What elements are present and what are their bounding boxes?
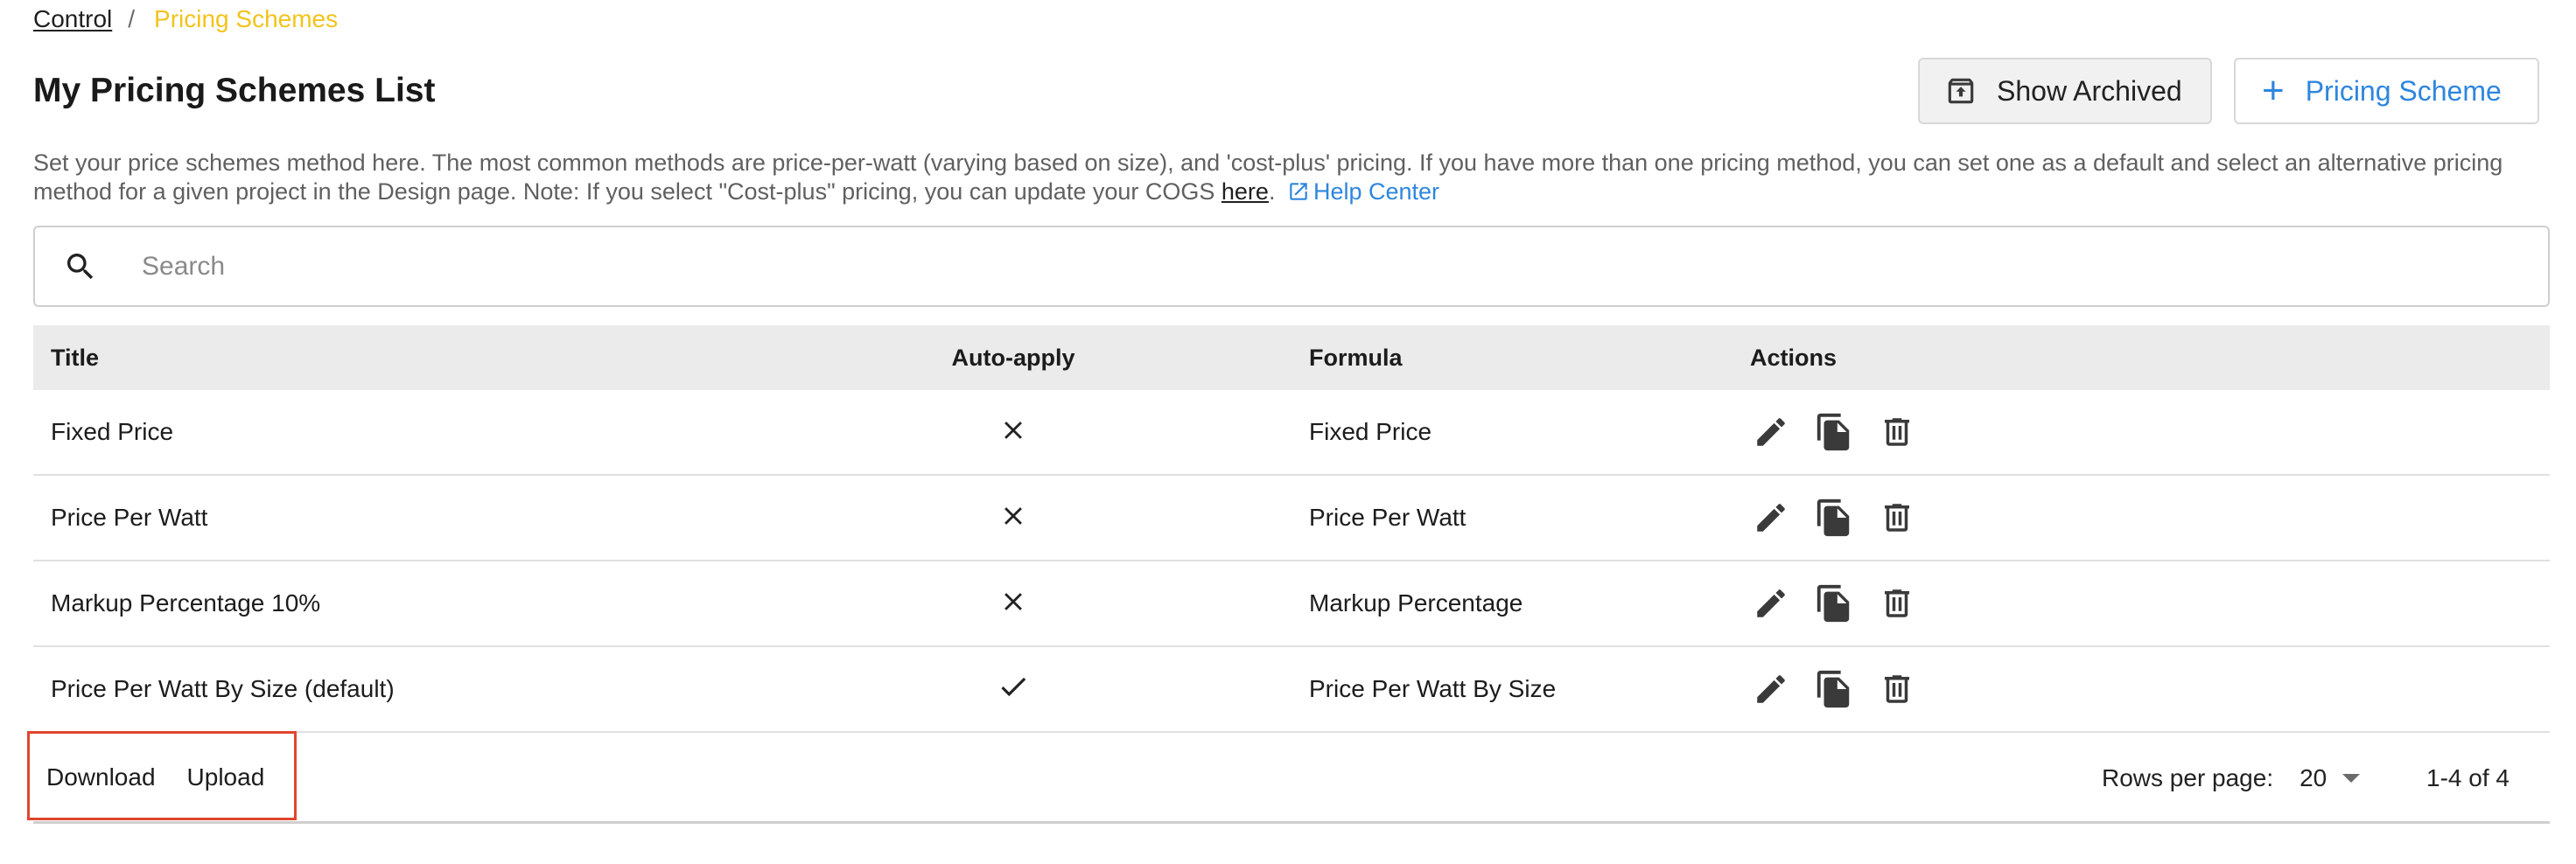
- duplicate-button[interactable]: [1813, 497, 1855, 539]
- help-center-label: Help Center: [1312, 178, 1440, 205]
- rows-per-page-select[interactable]: 20: [2300, 764, 2361, 792]
- add-pricing-scheme-button[interactable]: + Pricing Scheme: [2234, 58, 2539, 124]
- delete-button[interactable]: [1876, 582, 1918, 624]
- cell-formula: Price Per Watt: [1309, 504, 1466, 531]
- pricing-schemes-table: Title Auto-apply Formula Actions Fixed P…: [27, 325, 2550, 824]
- copy-icon: [1814, 669, 1854, 709]
- plus-icon: +: [2262, 69, 2285, 112]
- cell-title: Fixed Price: [51, 418, 174, 445]
- page-description: Set your price schemes method here. The …: [33, 149, 2553, 206]
- edit-button[interactable]: [1750, 411, 1792, 453]
- cell-actions: [1748, 497, 2550, 539]
- show-archived-button[interactable]: Show Archived: [1918, 58, 2212, 124]
- pencil-icon: [1753, 585, 1789, 622]
- edit-button[interactable]: [1750, 668, 1792, 710]
- table-row: Price Per Watt By Size (default) Price Pe…: [33, 647, 2550, 733]
- search-bar: [33, 226, 2550, 307]
- table-footer: Download Upload Rows per page: 20 1-4 of…: [27, 731, 2550, 824]
- add-pricing-scheme-label: Pricing Scheme: [2305, 74, 2502, 107]
- duplicate-button[interactable]: [1813, 668, 1855, 710]
- trash-icon: [1879, 671, 1915, 707]
- cell-auto-apply: [908, 413, 1118, 451]
- cell-title: Price Per Watt: [51, 504, 208, 531]
- cell-formula: Price Per Watt By Size: [1309, 675, 1557, 702]
- cell-auto-apply: [908, 584, 1118, 623]
- pencil-icon: [1753, 499, 1789, 536]
- cell-formula: Markup Percentage: [1309, 589, 1523, 617]
- table-row: Markup Percentage 10% Markup Percentage: [33, 561, 2550, 647]
- breadcrumb: Control / Pricing Schemes: [33, 3, 338, 35]
- description-punct: .: [1268, 178, 1276, 205]
- copy-icon: [1814, 583, 1854, 624]
- breadcrumb-current: Pricing Schemes: [154, 5, 339, 32]
- pagination-range: 1-4 of 4: [2426, 764, 2510, 791]
- edit-button[interactable]: [1750, 497, 1792, 539]
- external-link-icon: [1290, 183, 1307, 200]
- close-icon: [996, 498, 1031, 533]
- caret-down-icon: [2342, 774, 2361, 783]
- breadcrumb-separator: /: [128, 5, 136, 32]
- duplicate-button[interactable]: [1813, 411, 1855, 453]
- close-icon: [996, 413, 1031, 448]
- column-header-title[interactable]: Title: [33, 345, 908, 372]
- delete-button[interactable]: [1876, 497, 1918, 539]
- trash-icon: [1879, 499, 1915, 536]
- table-row: Price Per Watt Price Per Watt: [33, 476, 2550, 561]
- trash-icon: [1879, 585, 1915, 622]
- rows-per-page-value: 20: [2300, 764, 2328, 791]
- pencil-icon: [1753, 671, 1789, 707]
- help-center-link[interactable]: Help Center: [1282, 178, 1439, 205]
- copy-icon: [1814, 498, 1854, 538]
- cell-auto-apply: [908, 498, 1118, 537]
- rows-per-page-label: Rows per page:: [2102, 764, 2274, 791]
- check-icon: [996, 669, 1031, 704]
- cell-title: Price Per Watt By Size (default): [51, 675, 395, 702]
- cell-auto-apply: [908, 669, 1118, 709]
- delete-button[interactable]: [1876, 668, 1918, 710]
- table-header: Title Auto-apply Formula Actions: [33, 325, 2550, 390]
- edit-button[interactable]: [1750, 582, 1792, 624]
- rows-per-page: Rows per page: 20: [2102, 733, 2361, 824]
- column-header-actions: Actions: [1750, 344, 1838, 371]
- page-title: My Pricing Schemes List: [33, 72, 436, 109]
- highlight-box: [27, 731, 297, 820]
- breadcrumb-link-control[interactable]: Control: [33, 3, 112, 35]
- close-icon: [996, 584, 1031, 619]
- show-archived-label: Show Archived: [1997, 74, 2182, 107]
- archive-upload-icon: [1944, 74, 1978, 108]
- column-header-formula[interactable]: Formula: [1118, 345, 1748, 372]
- cell-actions: [1748, 582, 2550, 624]
- search-input[interactable]: [142, 251, 2417, 282]
- cogs-here-link[interactable]: here: [1222, 178, 1269, 205]
- table-row: Fixed Price Fixed Price: [33, 390, 2550, 476]
- cell-title: Markup Percentage 10%: [51, 589, 321, 617]
- trash-icon: [1879, 414, 1915, 450]
- column-header-auto-apply[interactable]: Auto-apply: [908, 345, 1118, 372]
- cell-actions: [1748, 668, 2550, 710]
- delete-button[interactable]: [1876, 411, 1918, 453]
- search-icon: [63, 249, 98, 284]
- duplicate-button[interactable]: [1813, 582, 1855, 624]
- pencil-icon: [1753, 414, 1789, 450]
- cell-formula: Fixed Price: [1309, 418, 1432, 445]
- copy-icon: [1814, 412, 1854, 452]
- cell-actions: [1748, 411, 2550, 453]
